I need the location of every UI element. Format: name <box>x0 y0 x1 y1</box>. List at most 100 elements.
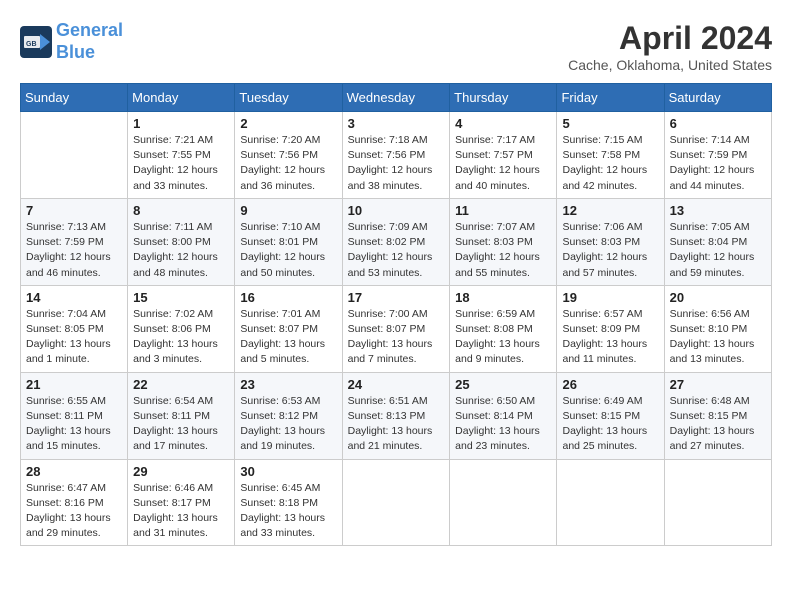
weekday-header-friday: Friday <box>557 84 664 112</box>
calendar-cell: 29 Sunrise: 6:46 AM Sunset: 8:17 PM Dayli… <box>128 459 235 546</box>
calendar-cell <box>557 459 664 546</box>
day-number: 7 <box>26 203 122 218</box>
day-number: 8 <box>133 203 229 218</box>
calendar-cell: 12 Sunrise: 7:06 AM Sunset: 8:03 PM Dayli… <box>557 198 664 285</box>
day-info: Sunrise: 7:20 AM Sunset: 7:56 PM Dayligh… <box>240 133 336 194</box>
calendar-cell: 14 Sunrise: 7:04 AM Sunset: 8:05 PM Dayli… <box>21 285 128 372</box>
calendar-cell: 18Sunrise: 6:59 AM Sunset: 8:08 PM Dayli… <box>450 285 557 372</box>
calendar-cell: 25 Sunrise: 6:50 AM Sunset: 8:14 PM Dayli… <box>450 372 557 459</box>
day-number: 16 <box>240 290 336 305</box>
calendar-cell: 26 Sunrise: 6:49 AM Sunset: 8:15 PM Dayli… <box>557 372 664 459</box>
day-info: Sunrise: 7:18 AM Sunset: 7:56 PM Dayligh… <box>348 133 445 194</box>
day-info: Sunrise: 7:01 AM Sunset: 8:07 PM Dayligh… <box>240 307 336 368</box>
calendar-cell: 19 Sunrise: 6:57 AM Sunset: 8:09 PM Dayli… <box>557 285 664 372</box>
calendar-cell: 22 Sunrise: 6:54 AM Sunset: 8:11 PM Dayli… <box>128 372 235 459</box>
day-number: 17 <box>348 290 445 305</box>
calendar-cell: 1 Sunrise: 7:21 AM Sunset: 7:55 PM Daylig… <box>128 112 235 199</box>
calendar-cell: 30 Sunrise: 6:45 AM Sunset: 8:18 PM Dayli… <box>235 459 342 546</box>
day-number: 12 <box>562 203 658 218</box>
day-number: 3 <box>348 116 445 131</box>
day-info: Sunrise: 7:09 AM Sunset: 8:02 PM Dayligh… <box>348 220 445 281</box>
weekday-header-sunday: Sunday <box>21 84 128 112</box>
calendar-cell: 2 Sunrise: 7:20 AM Sunset: 7:56 PM Daylig… <box>235 112 342 199</box>
day-number: 9 <box>240 203 336 218</box>
day-info: Sunrise: 7:21 AM Sunset: 7:55 PM Dayligh… <box>133 133 229 194</box>
week-row-1: 1 Sunrise: 7:21 AM Sunset: 7:55 PM Daylig… <box>21 112 772 199</box>
week-row-2: 7 Sunrise: 7:13 AM Sunset: 7:59 PM Daylig… <box>21 198 772 285</box>
svg-text:GB: GB <box>26 41 37 48</box>
day-number: 11 <box>455 203 551 218</box>
day-info: Sunrise: 7:15 AM Sunset: 7:58 PM Dayligh… <box>562 133 658 194</box>
day-info: Sunrise: 7:04 AM Sunset: 8:05 PM Dayligh… <box>26 307 122 368</box>
calendar-cell: 6Sunrise: 7:14 AM Sunset: 7:59 PM Daylig… <box>664 112 771 199</box>
day-info: Sunrise: 7:07 AM Sunset: 8:03 PM Dayligh… <box>455 220 551 281</box>
day-number: 15 <box>133 290 229 305</box>
calendar-cell: 11 Sunrise: 7:07 AM Sunset: 8:03 PM Dayli… <box>450 198 557 285</box>
calendar-cell: 15 Sunrise: 7:02 AM Sunset: 8:06 PM Dayli… <box>128 285 235 372</box>
day-info: Sunrise: 6:46 AM Sunset: 8:17 PM Dayligh… <box>133 481 229 542</box>
weekday-header-monday: Monday <box>128 84 235 112</box>
calendar-cell: 7 Sunrise: 7:13 AM Sunset: 7:59 PM Daylig… <box>21 198 128 285</box>
weekday-header-thursday: Thursday <box>450 84 557 112</box>
logo-icon: GB <box>20 26 52 58</box>
day-number: 2 <box>240 116 336 131</box>
logo: GB General Blue <box>20 20 123 63</box>
header: GB General Blue April 2024 Cache, Oklaho… <box>20 20 772 73</box>
calendar-cell: 4Sunrise: 7:17 AM Sunset: 7:57 PM Daylig… <box>450 112 557 199</box>
week-row-3: 14 Sunrise: 7:04 AM Sunset: 8:05 PM Dayli… <box>21 285 772 372</box>
day-info: Sunrise: 6:51 AM Sunset: 8:13 PM Dayligh… <box>348 394 445 455</box>
day-number: 14 <box>26 290 122 305</box>
day-info: Sunrise: 7:13 AM Sunset: 7:59 PM Dayligh… <box>26 220 122 281</box>
day-number: 20 <box>670 290 766 305</box>
location: Cache, Oklahoma, United States <box>568 57 772 73</box>
month-year: April 2024 <box>568 20 772 57</box>
day-info: Sunrise: 6:59 AM Sunset: 8:08 PM Dayligh… <box>455 307 551 368</box>
calendar-cell: 17 Sunrise: 7:00 AM Sunset: 8:07 PM Dayli… <box>342 285 450 372</box>
day-number: 29 <box>133 464 229 479</box>
day-info: Sunrise: 6:50 AM Sunset: 8:14 PM Dayligh… <box>455 394 551 455</box>
day-number: 13 <box>670 203 766 218</box>
calendar-cell <box>664 459 771 546</box>
calendar-cell: 24 Sunrise: 6:51 AM Sunset: 8:13 PM Dayli… <box>342 372 450 459</box>
day-info: Sunrise: 6:56 AM Sunset: 8:10 PM Dayligh… <box>670 307 766 368</box>
calendar-cell: 27Sunrise: 6:48 AM Sunset: 8:15 PM Dayli… <box>664 372 771 459</box>
day-number: 25 <box>455 377 551 392</box>
calendar-cell: 21Sunrise: 6:55 AM Sunset: 8:11 PM Dayli… <box>21 372 128 459</box>
day-info: Sunrise: 6:48 AM Sunset: 8:15 PM Dayligh… <box>670 394 766 455</box>
weekday-header-tuesday: Tuesday <box>235 84 342 112</box>
weekday-header-wednesday: Wednesday <box>342 84 450 112</box>
logo-text: General Blue <box>56 20 123 63</box>
calendar-cell: 10 Sunrise: 7:09 AM Sunset: 8:02 PM Dayli… <box>342 198 450 285</box>
calendar-cell: 16 Sunrise: 7:01 AM Sunset: 8:07 PM Dayli… <box>235 285 342 372</box>
logo-line1: General <box>56 20 123 40</box>
day-info: Sunrise: 7:14 AM Sunset: 7:59 PM Dayligh… <box>670 133 766 194</box>
calendar-table: SundayMondayTuesdayWednesdayThursdayFrid… <box>20 83 772 546</box>
day-info: Sunrise: 6:54 AM Sunset: 8:11 PM Dayligh… <box>133 394 229 455</box>
calendar-cell <box>450 459 557 546</box>
calendar-cell: 23 Sunrise: 6:53 AM Sunset: 8:12 PM Dayli… <box>235 372 342 459</box>
day-number: 24 <box>348 377 445 392</box>
day-number: 19 <box>562 290 658 305</box>
day-number: 1 <box>133 116 229 131</box>
day-info: Sunrise: 7:11 AM Sunset: 8:00 PM Dayligh… <box>133 220 229 281</box>
day-info: Sunrise: 7:00 AM Sunset: 8:07 PM Dayligh… <box>348 307 445 368</box>
day-info: Sunrise: 6:55 AM Sunset: 8:11 PM Dayligh… <box>26 394 122 455</box>
day-info: Sunrise: 6:45 AM Sunset: 8:18 PM Dayligh… <box>240 481 336 542</box>
day-info: Sunrise: 6:49 AM Sunset: 8:15 PM Dayligh… <box>562 394 658 455</box>
day-number: 30 <box>240 464 336 479</box>
day-number: 23 <box>240 377 336 392</box>
day-number: 10 <box>348 203 445 218</box>
day-number: 22 <box>133 377 229 392</box>
day-number: 5 <box>562 116 658 131</box>
calendar-cell <box>21 112 128 199</box>
day-info: Sunrise: 7:05 AM Sunset: 8:04 PM Dayligh… <box>670 220 766 281</box>
calendar-cell: 9Sunrise: 7:10 AM Sunset: 8:01 PM Daylig… <box>235 198 342 285</box>
day-info: Sunrise: 7:06 AM Sunset: 8:03 PM Dayligh… <box>562 220 658 281</box>
day-info: Sunrise: 6:53 AM Sunset: 8:12 PM Dayligh… <box>240 394 336 455</box>
day-number: 4 <box>455 116 551 131</box>
day-number: 26 <box>562 377 658 392</box>
day-number: 28 <box>26 464 122 479</box>
day-info: Sunrise: 7:02 AM Sunset: 8:06 PM Dayligh… <box>133 307 229 368</box>
weekday-header-saturday: Saturday <box>664 84 771 112</box>
day-info: Sunrise: 6:57 AM Sunset: 8:09 PM Dayligh… <box>562 307 658 368</box>
